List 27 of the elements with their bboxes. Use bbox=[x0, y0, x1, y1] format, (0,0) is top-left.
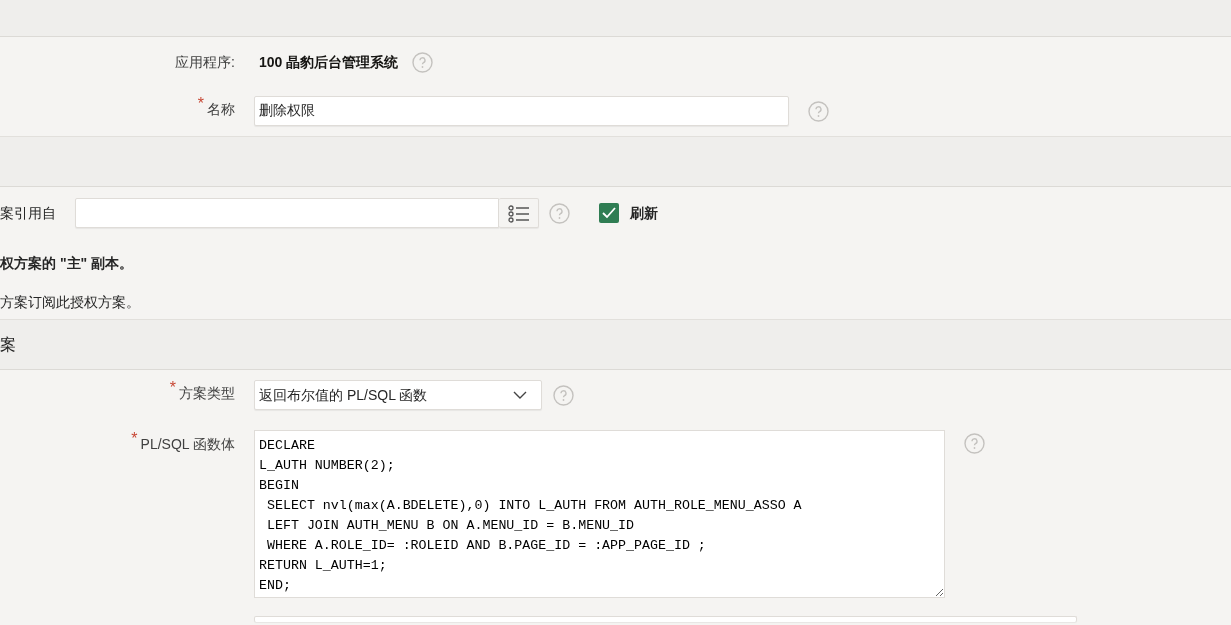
input-field[interactable] bbox=[254, 616, 1077, 622]
field-label: PL/SQL 函数体 bbox=[140, 436, 235, 452]
help-text: 方案订阅此授权方案。 bbox=[0, 293, 141, 312]
checkbox-label: 刷新 bbox=[630, 203, 658, 223]
reference-field[interactable] bbox=[75, 198, 499, 228]
help-icon[interactable] bbox=[553, 384, 574, 406]
section-title: 案 bbox=[0, 334, 16, 355]
field-label: 案引用自 bbox=[0, 203, 56, 223]
help-text: 权方案的 "主" 副本。 bbox=[0, 254, 135, 273]
list-button[interactable] bbox=[499, 198, 539, 228]
application-name: 100 晶豹后台管理系统 bbox=[259, 52, 399, 72]
help-icon[interactable] bbox=[412, 51, 434, 73]
scheme-type-select[interactable]: 返回布尔值的 PL/SQL 函数 bbox=[254, 380, 542, 410]
checkbox[interactable] bbox=[599, 203, 619, 223]
required-asterisk: * bbox=[169, 379, 176, 396]
code-editor[interactable]: DECLARE L_AUTH NUMBER(2); BEGIN SELECT nvl(max(A.BDELETE),0) INTO L_AUTH FROM AUTH_ROLE_MENU_ASSO A LEFT JOIN AUTH_MENU B ON A.MENU_ID = B.MENU_ID WHERE A.ROLE_ID= :ROLEID AND B.PAGE_ID = :APP_PAGE_ID ; RETURN L_AUTH=1; END; bbox=[254, 430, 945, 598]
chevron-down-icon bbox=[513, 391, 527, 399]
help-icon[interactable] bbox=[808, 100, 829, 122]
field-label: 名称 bbox=[207, 101, 235, 117]
help-icon[interactable] bbox=[964, 433, 985, 454]
required-asterisk: * bbox=[197, 95, 204, 112]
help-icon[interactable] bbox=[549, 202, 570, 224]
required-asterisk: * bbox=[131, 430, 138, 447]
field-label: 方案类型 bbox=[179, 385, 235, 401]
list-icon bbox=[507, 204, 530, 223]
name-field[interactable]: 删除权限 bbox=[254, 96, 789, 126]
field-label: 应用程序: bbox=[175, 53, 235, 70]
